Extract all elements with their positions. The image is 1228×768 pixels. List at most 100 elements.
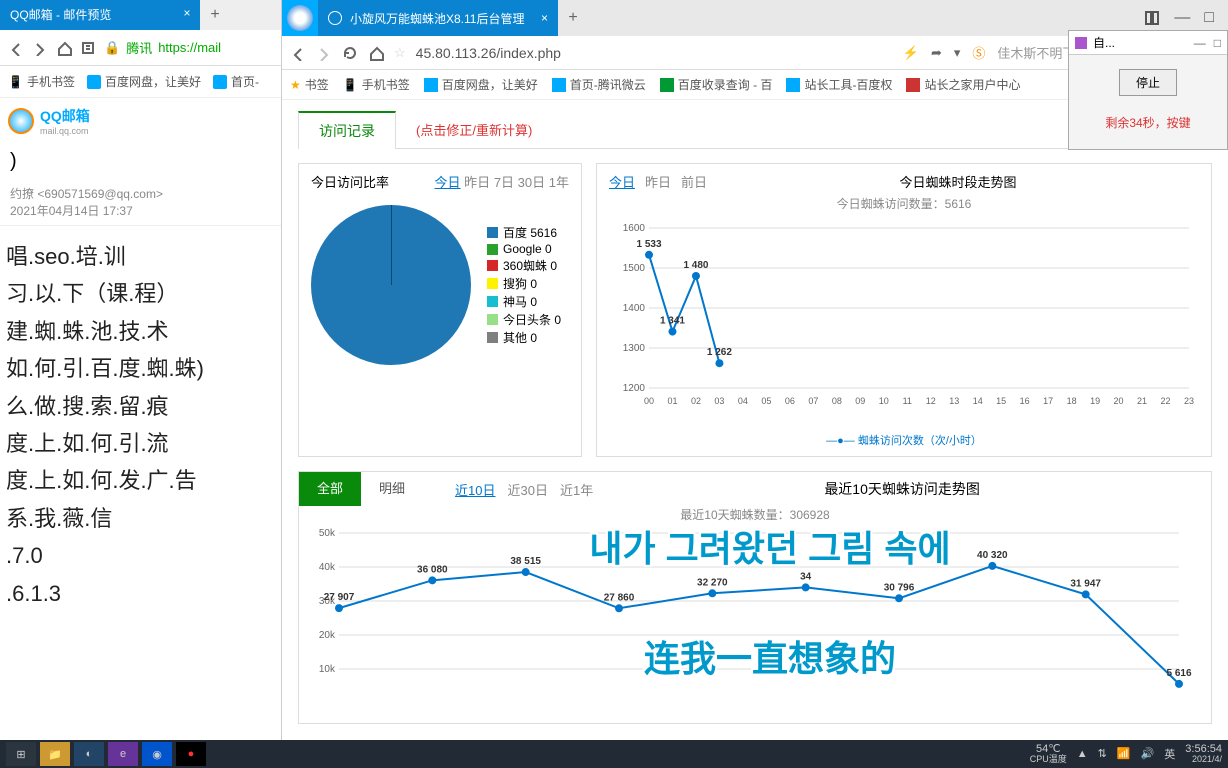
range-tab[interactable]: 前日 [681,172,707,191]
range-tab[interactable]: 昨日 [645,172,671,191]
legend-item: 搜狗 0 [487,275,561,292]
windows-taskbar[interactable]: ⊞ 📁 ◐ e ◉ ● 54℃ CPU温度 ▲ ⇅ 📶 🔊 英 3:56:54 … [0,740,1228,768]
share-icon[interactable]: ➦ [931,45,942,61]
tab-all[interactable]: 全部 [299,472,361,506]
svg-text:1300: 1300 [623,343,646,354]
recalc-link[interactable]: (点击修正/重新计算) [416,120,532,139]
wifi-icon[interactable]: 📶 [1117,747,1131,760]
svg-text:32 270: 32 270 [697,577,728,588]
range-tab[interactable]: 昨日 [464,175,490,190]
tab-detail[interactable]: 明细 [361,472,423,506]
bookmark-item[interactable]: 站长之家用户中心 [906,76,1020,93]
pie-chart [311,205,471,365]
bookmark-item[interactable]: 首页- [213,73,259,90]
left-bookmarks-bar: 📱手机书签 百度网盘，让美好 首页- [0,66,281,98]
bookmark-item[interactable]: 百度收录查询 - 百 [660,76,773,93]
stop-button[interactable]: 停止 [1119,69,1177,96]
email-line: 唱.seo.培.训 [6,238,275,275]
close-icon[interactable]: × [541,11,548,25]
range-tab[interactable]: 近1年 [560,480,593,499]
site-icon: ★ [290,78,301,92]
bookmark-item[interactable]: 首页-腾讯微云 [552,76,646,93]
svg-text:1 341: 1 341 [660,316,685,327]
panel-title: 今日访问比率 [311,172,389,191]
home-icon[interactable] [368,45,384,61]
bookmark-item[interactable]: 百度网盘，让美好 [87,73,201,90]
back-icon[interactable] [290,45,306,61]
svg-text:40 320: 40 320 [977,550,1008,561]
close-icon[interactable]: × [180,6,194,20]
line-subtitle: 今日蜘蛛访问数量：5616 [609,195,1199,212]
legend-item: 360蜘蛛 0 [487,257,561,274]
tab-visit-log[interactable]: 访问记录 [298,111,396,149]
ime-indicator[interactable]: 英 [1164,746,1175,762]
bookmark-item[interactable]: 📱手机书签 [343,76,410,93]
browser-avatar[interactable] [282,0,318,36]
svg-text:50k: 50k [319,528,336,539]
task-icon[interactable]: ◐ [74,742,104,766]
svg-text:40k: 40k [319,562,336,573]
forward-icon[interactable] [316,45,332,61]
range-tab[interactable]: 7日 [494,175,514,190]
svg-text:1500: 1500 [623,263,646,274]
reader-icon[interactable] [80,40,96,56]
start-icon[interactable]: ⊞ [6,742,36,766]
new-tab-button[interactable]: + [558,0,588,36]
bookmark-item[interactable]: 📱手机书签 [8,73,75,90]
range-tab[interactable]: 近30日 [508,480,548,499]
sogou-icon[interactable]: Ⓢ [972,43,985,62]
url-text[interactable]: 45.80.113.26/index.php [416,45,561,61]
minimize-icon[interactable]: — [1194,36,1206,50]
popup-titlebar[interactable]: 自... — □ [1069,31,1227,55]
task-icon[interactable]: e [108,742,138,766]
range-tab[interactable]: 今日 [435,175,461,190]
bolt-icon[interactable]: ⚡ [903,45,919,61]
task-icon[interactable]: ◉ [142,742,172,766]
cpu-temp: 54℃ CPU温度 [1030,743,1067,765]
range-tab[interactable]: 1年 [549,175,569,190]
layout-icon[interactable] [1144,10,1160,26]
range-tab[interactable]: 30日 [518,175,545,190]
network-icon[interactable]: ⇅ [1098,747,1107,760]
left-tab-title: QQ邮箱 - 邮件预览 [10,8,111,22]
volume-icon[interactable]: 🔊 [1141,747,1155,760]
maximize-icon[interactable]: □ [1204,9,1214,27]
bookmark-item[interactable]: ★书签 [290,76,329,93]
logo-icon [8,108,34,134]
record-icon[interactable]: ● [176,742,206,766]
swatch-icon [487,278,498,289]
minimize-icon[interactable]: — [1174,9,1190,27]
range-tab[interactable]: 近10日 [455,480,495,499]
email-line: 度.上.如.何.发.广.告 [6,462,275,499]
range-tab[interactable]: 今日 [609,172,635,191]
address-bar-left[interactable]: 🔒 腾讯 https://mail [104,38,221,57]
svg-text:14: 14 [973,396,983,406]
bookmark-item[interactable]: 百度网盘，让美好 [424,76,538,93]
globe-icon [328,11,342,25]
swatch-icon [487,227,498,238]
back-icon[interactable] [8,40,24,56]
clock[interactable]: 3:56:54 2021/4/ [1185,743,1222,765]
home-icon[interactable] [56,40,72,56]
right-tab-active[interactable]: 小旋风万能蜘蛛池X8.11后台管理 × [318,0,558,36]
site-icon [906,78,920,92]
panel-hourly-line: 今日 昨日 前日 今日蜘蛛时段走势图 今日蜘蛛访问数量：5616 1200130… [596,163,1212,457]
maximize-icon[interactable]: □ [1214,36,1221,50]
svg-text:03: 03 [714,396,724,406]
new-tab-button[interactable]: + [200,0,230,30]
tenday-chart: 10k20k30k40k50k27 90736 08038 51527 8603… [299,523,1211,723]
svg-text:10: 10 [879,396,889,406]
left-tab-active[interactable]: QQ邮箱 - 邮件预览 × [0,0,200,30]
brand-sub: mail.qq.com [40,126,90,136]
legend-item: 今日头条 0 [487,311,561,328]
hourly-chart: 1200130014001500160000010203040506070809… [609,218,1199,428]
svg-text:36 080: 36 080 [417,564,448,575]
bookmark-item[interactable]: 站长工具-百度权 [786,76,892,93]
forward-icon[interactable] [32,40,48,56]
chevron-down-icon[interactable]: ▾ [954,45,961,61]
svg-text:1 262: 1 262 [707,347,732,358]
tray-icon[interactable]: ▲ [1077,748,1088,760]
task-icon[interactable]: 📁 [40,742,70,766]
star-icon[interactable]: ☆ [394,45,406,61]
refresh-icon[interactable] [342,45,358,61]
